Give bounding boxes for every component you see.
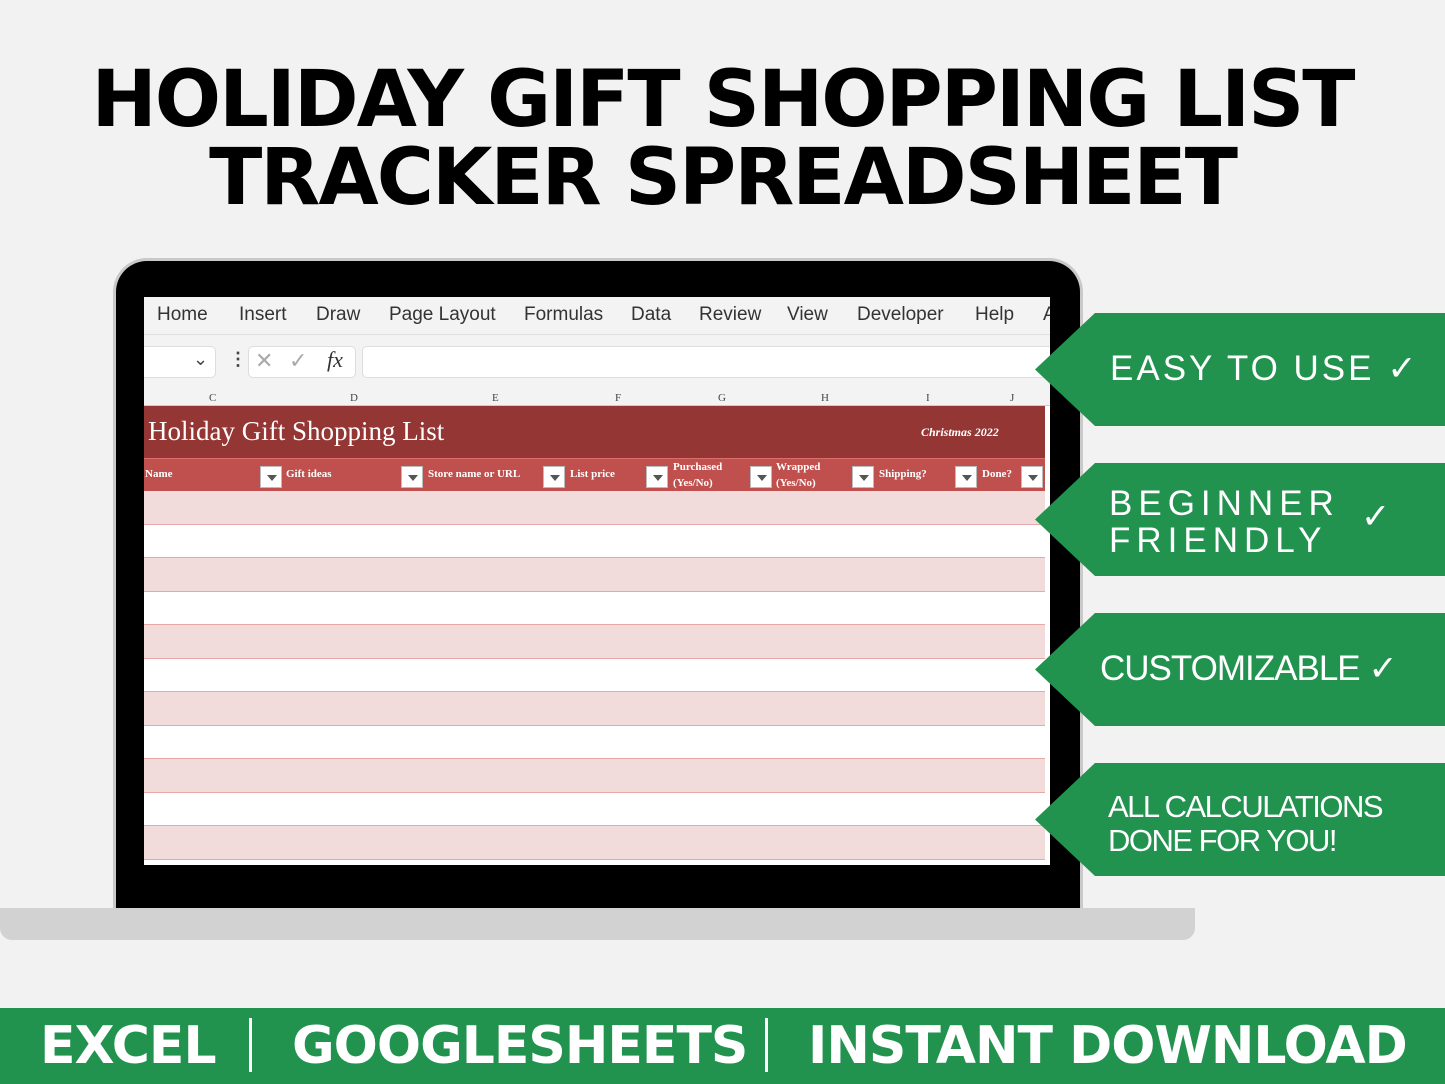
feature-label: BEGINNER FRIENDLY (1109, 484, 1340, 560)
header-list-price: List price (570, 468, 615, 480)
name-box[interactable]: ⌄ (144, 346, 216, 378)
table-row[interactable] (144, 558, 1045, 592)
header-done: Done? (982, 468, 1012, 480)
filter-dropdown-icon[interactable] (646, 466, 668, 488)
feature-label: ALL CALCULATIONS DONE FOR YOU! (1108, 789, 1384, 858)
table-row[interactable] (144, 725, 1045, 759)
tab-help[interactable]: Help (975, 304, 1014, 326)
table-header-row: Name Gift ideas Store name or URL List p… (144, 458, 1045, 491)
sheet-subtitle: Christmas 2022 (921, 425, 999, 439)
table-row[interactable] (144, 524, 1045, 558)
filter-dropdown-icon[interactable] (852, 466, 874, 488)
filter-dropdown-icon[interactable] (543, 466, 565, 488)
formula-controls: ✕ ✓ fx (248, 346, 356, 378)
tab-draw[interactable]: Draw (316, 304, 360, 326)
column-header-h[interactable]: H (821, 392, 829, 404)
column-header-f[interactable]: F (615, 392, 621, 404)
header-purchased: Purchased (Yes/No) (673, 461, 723, 489)
column-header-i[interactable]: I (926, 392, 930, 404)
column-header-j[interactable]: J (1010, 392, 1014, 404)
tab-review[interactable]: Review (699, 304, 761, 326)
filter-dropdown-icon[interactable] (750, 466, 772, 488)
filter-dropdown-icon[interactable] (260, 466, 282, 488)
table-row[interactable] (144, 491, 1045, 525)
filter-dropdown-icon[interactable] (955, 466, 977, 488)
table-row[interactable] (144, 658, 1045, 692)
feature-banner-beginner: BEGINNER FRIENDLY ✓ (1035, 463, 1445, 576)
check-icon[interactable]: ✓ (289, 348, 307, 374)
tab-page-layout[interactable]: Page Layout (389, 304, 496, 326)
column-header-g[interactable]: G (718, 392, 726, 404)
formula-bar: ⌄ ⋮ ✕ ✓ fx (144, 335, 1050, 390)
footer-googlesheets: GOOGLESHEETS (292, 1016, 748, 1076)
tab-developer[interactable]: Developer (857, 304, 944, 326)
header-shipping: Shipping? (879, 468, 927, 480)
table-row[interactable] (144, 692, 1045, 726)
tab-insert[interactable]: Insert (239, 304, 287, 326)
sheet-title-band: Holiday Gift Shopping List Christmas 202… (144, 406, 1045, 458)
check-icon: ✓ (1361, 497, 1391, 536)
header-name: Name (145, 468, 173, 480)
tab-view[interactable]: View (787, 304, 828, 326)
fx-icon[interactable]: fx (327, 347, 343, 373)
column-header-e[interactable]: E (492, 392, 499, 404)
column-headers: C D E F G H I J (144, 390, 1050, 406)
column-header-c[interactable]: C (209, 392, 216, 404)
sheet-title: Holiday Gift Shopping List (148, 416, 445, 446)
headline-line-2: TRACKER SPREADSHEET (209, 133, 1238, 223)
footer-instant-download: INSTANT DOWNLOAD (808, 1016, 1408, 1076)
divider (765, 1018, 768, 1072)
header-store: Store name or URL (428, 468, 521, 480)
formula-input[interactable] (362, 346, 1050, 378)
feature-label: EASY TO USE ✓ (1110, 349, 1420, 388)
feature-banner-easy: EASY TO USE ✓ (1035, 313, 1445, 426)
footer-excel: EXCEL (40, 1016, 217, 1076)
table-row[interactable] (144, 625, 1045, 659)
table-row[interactable] (144, 591, 1045, 625)
x-icon[interactable]: ✕ (255, 348, 273, 374)
tab-home[interactable]: Home (157, 304, 208, 326)
tab-data[interactable]: Data (631, 304, 671, 326)
more-options-icon[interactable]: ⋮ (229, 349, 247, 370)
ribbon-tabs: Home Insert Draw Page Layout Formulas Da… (144, 297, 1050, 335)
feature-banner-customizable: CUSTOMIZABLE ✓ (1035, 613, 1445, 726)
tab-formulas[interactable]: Formulas (524, 304, 603, 326)
laptop-base (0, 908, 1195, 940)
header-wrapped: Wrapped (Yes/No) (776, 461, 821, 489)
table-row[interactable] (144, 759, 1045, 793)
filter-dropdown-icon[interactable] (401, 466, 423, 488)
chevron-down-icon[interactable]: ⌄ (193, 349, 208, 370)
headline-line-1: HOLIDAY GIFT SHOPPING LIST (91, 55, 1356, 145)
feature-label: CUSTOMIZABLE ✓ (1100, 649, 1398, 688)
filter-dropdown-icon[interactable] (1021, 466, 1043, 488)
tab-more[interactable]: A (1043, 304, 1050, 326)
table-row[interactable] (144, 826, 1045, 860)
column-header-d[interactable]: D (350, 392, 358, 404)
spreadsheet-screen: Home Insert Draw Page Layout Formulas Da… (144, 297, 1050, 865)
feature-banner-calculations: ALL CALCULATIONS DONE FOR YOU! (1035, 763, 1445, 876)
table-row[interactable] (144, 792, 1045, 826)
divider (249, 1018, 252, 1072)
footer-bar: EXCEL GOOGLESHEETS INSTANT DOWNLOAD (0, 1008, 1445, 1084)
header-gift-ideas: Gift ideas (286, 468, 332, 480)
